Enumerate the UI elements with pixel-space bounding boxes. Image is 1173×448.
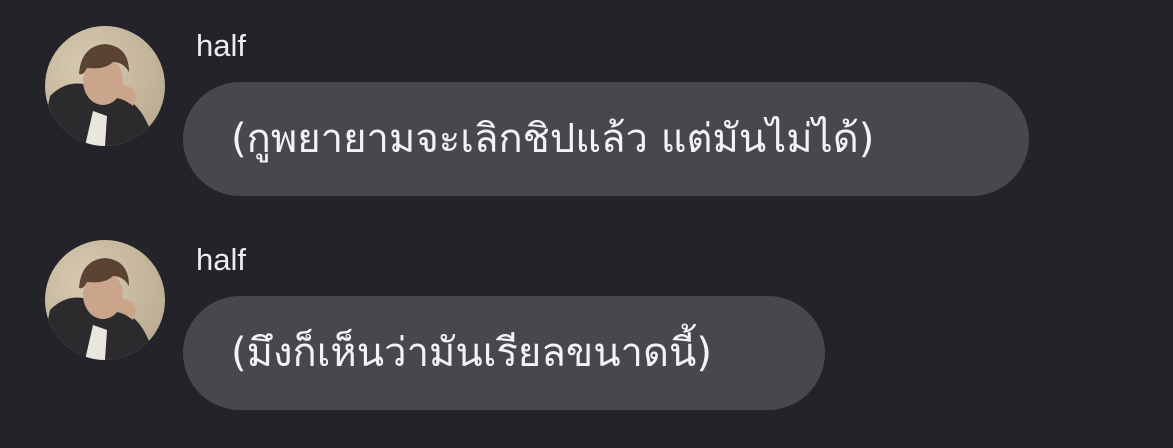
sender-avatar[interactable] — [45, 26, 165, 146]
sender-name: half — [196, 28, 246, 63]
user-photo-avatar-icon — [45, 240, 165, 360]
message-text: (มึงก็เห็นว่ามันเรียลขนาดนี้) — [231, 330, 712, 376]
message-bubble[interactable]: (กูพยายามจะเลิกชิปแล้ว แต่มันไม่ได้) — [183, 82, 1029, 196]
message-bubble[interactable]: (มึงก็เห็นว่ามันเรียลขนาดนี้) — [183, 296, 825, 410]
message-text: (กูพยายามจะเลิกชิปแล้ว แต่มันไม่ได้) — [231, 116, 875, 162]
chat-message: half (มึงก็เห็นว่ามันเรียลขนาดนี้) — [0, 214, 1173, 428]
sender-name: half — [196, 242, 246, 277]
chat-message: half (กูพยายามจะเลิกชิปแล้ว แต่มันไม่ได้… — [0, 0, 1173, 214]
sender-avatar[interactable] — [45, 240, 165, 360]
user-photo-avatar-icon — [45, 26, 165, 146]
